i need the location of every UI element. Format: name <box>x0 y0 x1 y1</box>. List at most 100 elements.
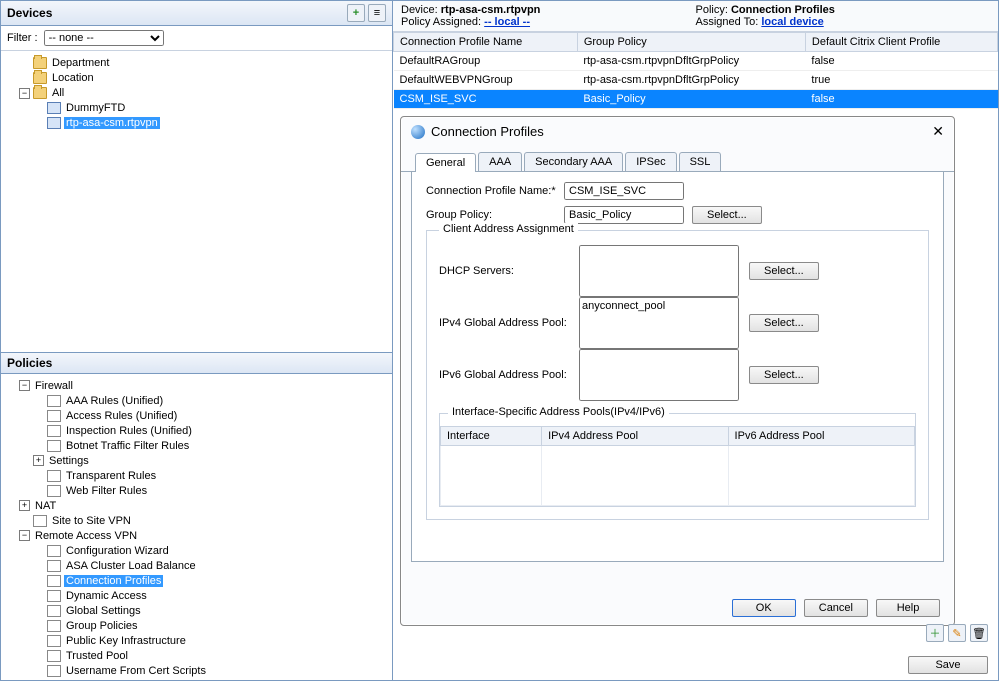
edit-row-icon[interactable]: ✎ <box>948 624 966 642</box>
expand-toggle[interactable]: + <box>19 500 30 511</box>
ipv6-pool-input[interactable] <box>579 349 739 401</box>
dialog-tabs: General AAA Secondary AAA IPSec SSL <box>401 152 954 172</box>
expand-toggle[interactable]: − <box>19 88 30 99</box>
add-row-icon[interactable]: ＋ <box>926 624 944 642</box>
tree-item-access-rules[interactable]: Access Rules (Unified) <box>64 410 179 422</box>
filter-select[interactable]: -- none -- <box>44 30 164 46</box>
expand-toggle[interactable]: − <box>19 380 30 391</box>
group-policy-input[interactable] <box>564 206 684 224</box>
tree-item-inspection-rules[interactable]: Inspection Rules (Unified) <box>64 425 194 437</box>
tab-aaa[interactable]: AAA <box>478 152 522 171</box>
interface-pools-grid[interactable]: Interface IPv4 Address Pool IPv6 Address… <box>440 426 915 506</box>
page-icon <box>47 560 61 572</box>
tab-ipsec[interactable]: IPSec <box>625 152 676 171</box>
col-ipv4-pool[interactable]: IPv4 Address Pool <box>542 427 728 446</box>
select-group-policy-button[interactable]: Select... <box>692 206 762 224</box>
select-dhcp-button[interactable]: Select... <box>749 262 819 280</box>
delete-row-icon[interactable]: 🗑 <box>970 624 988 642</box>
select-ipv6-button[interactable]: Select... <box>749 366 819 384</box>
table-row[interactable]: DefaultWEBVPNGrouprtp-asa-csm.rtpvpnDflt… <box>394 71 998 90</box>
tree-item-rtp[interactable]: rtp-asa-csm.rtpvpn <box>64 117 160 129</box>
page-icon <box>47 470 61 482</box>
tree-item-aaa-rules[interactable]: AAA Rules (Unified) <box>64 395 165 407</box>
filter-row: Filter : -- none -- <box>1 26 392 51</box>
add-device-icon[interactable]: + <box>347 4 365 22</box>
right-pane: Device: rtp-asa-csm.rtpvpn Policy Assign… <box>393 1 998 680</box>
tree-item-site-to-site[interactable]: Site to Site VPN <box>50 515 133 527</box>
ipv4-pool-input[interactable]: anyconnect_pool <box>579 297 739 349</box>
tree-item-botnet[interactable]: Botnet Traffic Filter Rules <box>64 440 191 452</box>
col-profile-name[interactable]: Connection Profile Name <box>394 33 578 52</box>
grid-toolbar: ＋ ✎ 🗑 <box>926 624 988 642</box>
folder-icon <box>33 72 47 84</box>
dhcp-label: DHCP Servers: <box>439 265 569 277</box>
ipv6-pool-label: IPv6 Global Address Pool: <box>439 369 569 381</box>
cancel-button[interactable]: Cancel <box>804 599 868 617</box>
profile-name-input[interactable] <box>564 182 684 200</box>
assigned-to-label: Assigned To: <box>696 16 759 28</box>
profile-name-label: Connection Profile Name:* <box>426 185 556 197</box>
help-button[interactable]: Help <box>876 599 940 617</box>
tree-item-cert-maps[interactable]: Certificate To Connection Profile Maps <box>47 680 238 681</box>
page-icon <box>47 650 61 662</box>
interface-pools-legend: Interface-Specific Address Pools(IPv4/IP… <box>448 406 669 418</box>
tree-item-asa-cluster[interactable]: ASA Cluster Load Balance <box>64 560 198 572</box>
tree-item-all[interactable]: All <box>50 87 66 99</box>
tree-item-webfilter[interactable]: Web Filter Rules <box>64 485 149 497</box>
devices-tree[interactable]: Department Location − All DummyFTD rtp-as… <box>1 51 392 352</box>
policies-tree[interactable]: −Firewall AAA Rules (Unified) Access Rul… <box>1 374 392 681</box>
tree-item-group-policies[interactable]: Group Policies <box>64 620 140 632</box>
filter-label: Filter : <box>7 32 38 44</box>
page-icon <box>47 545 61 557</box>
policy-assigned-link[interactable]: -- local -- <box>484 16 530 28</box>
save-button[interactable]: Save <box>908 656 988 674</box>
col-ipv6-pool[interactable]: IPv6 Address Pool <box>728 427 914 446</box>
tree-item-connection-profiles[interactable]: Connection Profiles <box>64 575 163 587</box>
tree-item-location[interactable]: Location <box>50 72 96 84</box>
expand-toggle[interactable]: + <box>33 455 44 466</box>
policy-label: Policy: <box>696 4 728 16</box>
folder-icon <box>33 87 47 99</box>
profiles-grid[interactable]: Connection Profile Name Group Policy Def… <box>393 32 998 109</box>
connection-profiles-dialog: Connection Profiles ✕ General AAA Second… <box>400 116 955 626</box>
tab-secondary-aaa[interactable]: Secondary AAA <box>524 152 623 171</box>
table-row[interactable]: DefaultRAGrouprtp-asa-csm.rtpvpnDfltGrpP… <box>394 52 998 71</box>
col-citrix[interactable]: Default Citrix Client Profile <box>805 33 997 52</box>
tab-content: Connection Profile Name:* Group Policy: … <box>411 172 944 562</box>
policies-header: Policies <box>1 352 392 374</box>
page-icon <box>47 395 61 407</box>
dhcp-servers-input[interactable] <box>579 245 739 297</box>
page-icon <box>47 410 61 422</box>
tree-item-dummyftd[interactable]: DummyFTD <box>64 102 127 114</box>
select-ipv4-button[interactable]: Select... <box>749 314 819 332</box>
tab-ssl[interactable]: SSL <box>679 152 722 171</box>
tree-item-department[interactable]: Department <box>50 57 111 69</box>
client-address-fieldset: Client Address Assignment DHCP Servers: … <box>426 230 929 520</box>
tree-item-remote-access[interactable]: Remote Access VPN <box>33 530 139 542</box>
tree-item-firewall[interactable]: Firewall <box>33 380 75 392</box>
tree-item-settings[interactable]: Settings <box>47 455 91 467</box>
expand-toggle[interactable]: − <box>19 530 30 541</box>
tree-item-dynamic-access[interactable]: Dynamic Access <box>64 590 149 602</box>
ok-button[interactable]: OK <box>732 599 796 617</box>
devices-menu-icon[interactable]: ≡ <box>368 4 386 22</box>
dialog-title: Connection Profiles <box>431 124 544 139</box>
tree-item-trusted-pool[interactable]: Trusted Pool <box>64 650 130 662</box>
policy-value: Connection Profiles <box>731 4 835 16</box>
tree-item-transparent[interactable]: Transparent Rules <box>64 470 158 482</box>
tree-item-username-cert[interactable]: Username From Cert Scripts <box>64 665 208 677</box>
assigned-to-link[interactable]: local device <box>761 16 823 28</box>
page-icon <box>47 425 61 437</box>
table-row[interactable]: CSM_ISE_SVCBasic_Policyfalse <box>394 90 998 109</box>
col-interface[interactable]: Interface <box>441 427 542 446</box>
tree-item-config-wizard[interactable]: Configuration Wizard <box>64 545 171 557</box>
tree-item-nat[interactable]: NAT <box>33 500 58 512</box>
dialog-buttons: OK Cancel Help <box>732 599 940 617</box>
folder-icon <box>33 57 47 69</box>
tree-item-pki[interactable]: Public Key Infrastructure <box>64 635 188 647</box>
tab-general[interactable]: General <box>415 153 476 172</box>
close-icon[interactable]: ✕ <box>932 123 944 140</box>
page-icon <box>33 515 47 527</box>
tree-item-global-settings[interactable]: Global Settings <box>64 605 143 617</box>
col-group-policy[interactable]: Group Policy <box>577 33 805 52</box>
